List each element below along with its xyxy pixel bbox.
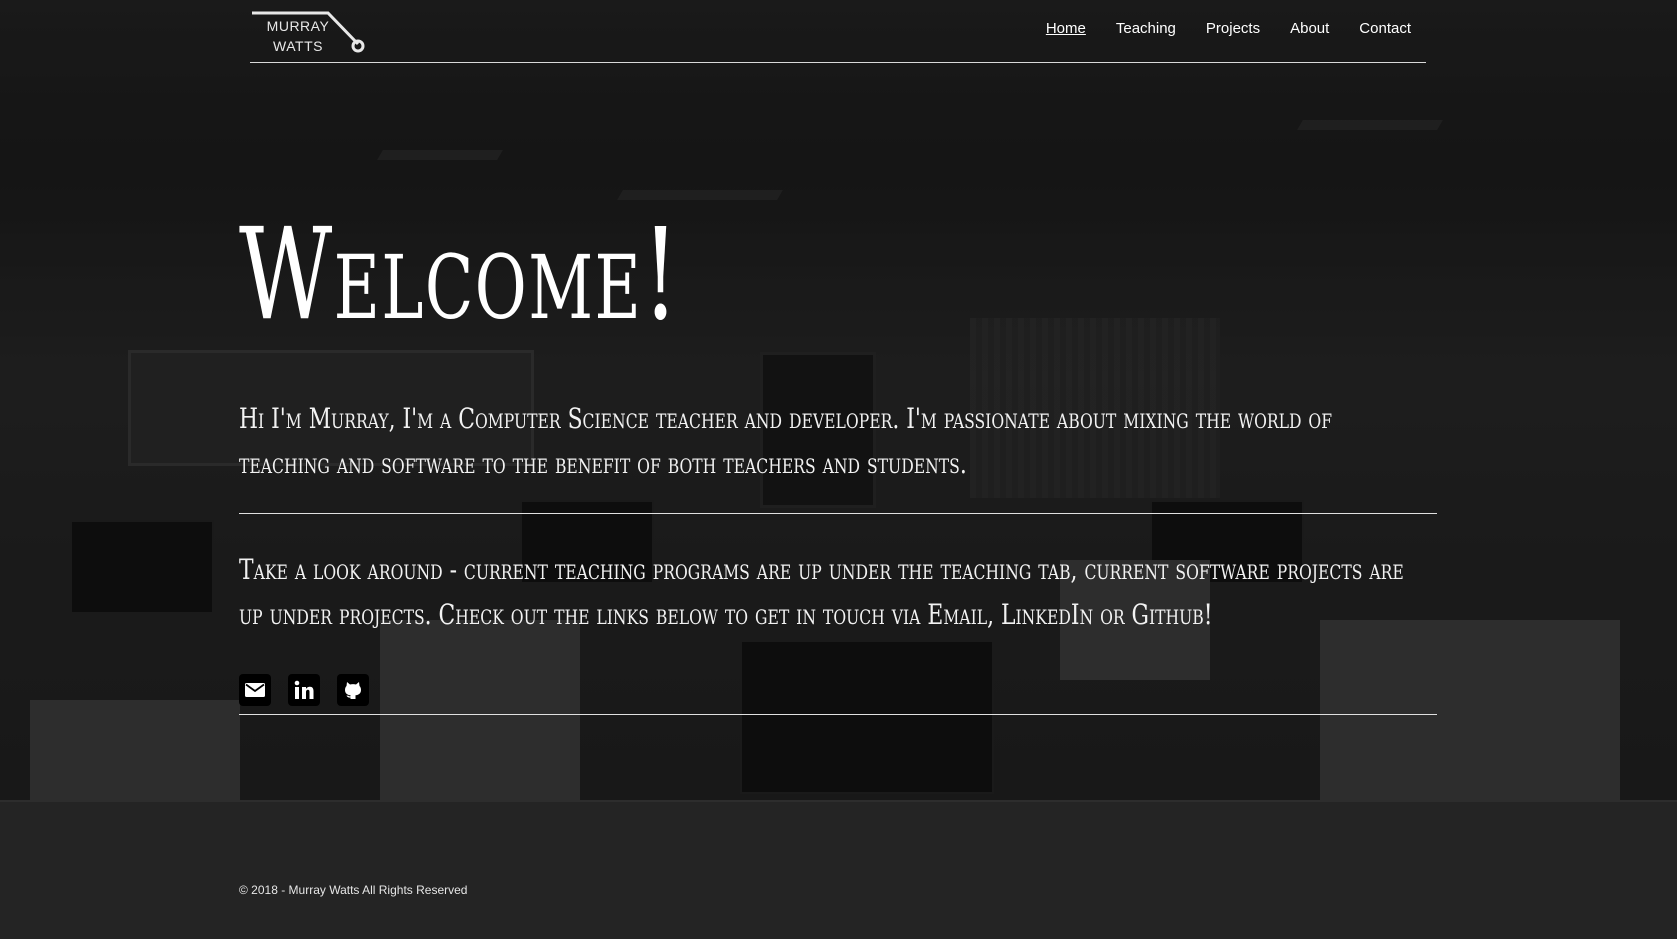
nav-about[interactable]: About [1290, 20, 1329, 37]
github-link[interactable] [337, 674, 369, 706]
divider [239, 714, 1437, 715]
nav-home[interactable]: Home [1046, 20, 1086, 37]
site-header: MURRAY WATTS Home Teaching Projects Abou… [250, 0, 1426, 63]
brand-line-1: MURRAY [266, 18, 330, 34]
nav-teaching[interactable]: Teaching [1116, 20, 1176, 37]
brand-line-2: WATTS [273, 38, 323, 54]
intro-paragraph: Hi I'm Murray, I'm a Computer Science te… [239, 402, 1333, 480]
invite-paragraph: Take a look around - current teaching pr… [239, 553, 1404, 631]
main-nav: Home Teaching Projects About Contact [1016, 20, 1411, 37]
github-icon [345, 682, 361, 699]
nav-contact[interactable]: Contact [1359, 20, 1411, 37]
page-title: Welcome! [239, 201, 681, 348]
mail-icon [245, 683, 265, 697]
nav-projects[interactable]: Projects [1206, 20, 1260, 37]
main-content: Welcome! Hi I'm Murray, I'm a Computer S… [239, 200, 1437, 715]
email-link[interactable] [239, 674, 271, 706]
linkedin-icon [294, 680, 314, 699]
social-links [239, 674, 369, 706]
footer-copyright: © 2018 - Murray Watts All Rights Reserve… [239, 883, 468, 897]
brand-logo[interactable]: MURRAY WATTS [250, 10, 370, 56]
divider [239, 513, 1437, 514]
linkedin-link[interactable] [288, 674, 320, 706]
